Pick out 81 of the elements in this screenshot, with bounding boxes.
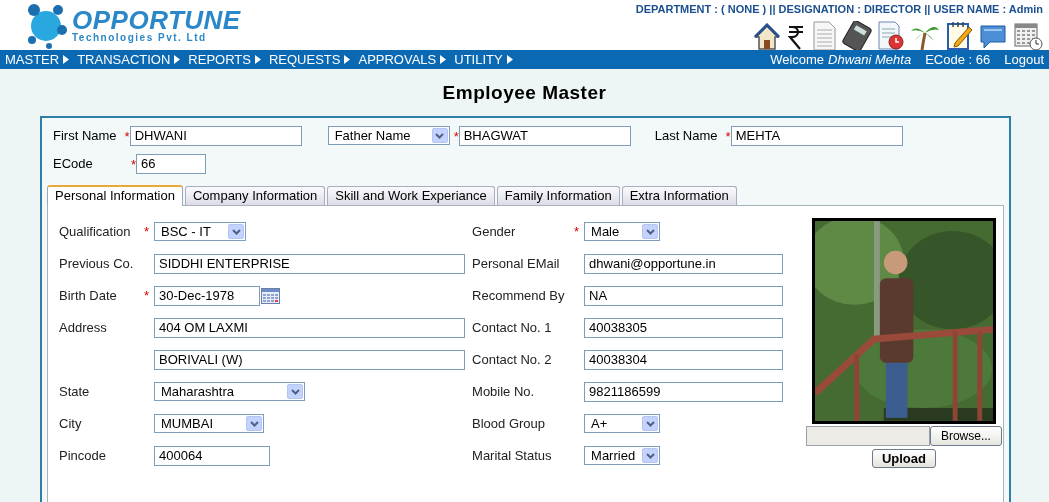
logout-link[interactable]: Logout	[1004, 49, 1044, 69]
field-label: Gender	[472, 222, 516, 241]
input-field[interactable]: BHAGWAT	[458, 125, 631, 146]
tab[interactable]: Skill and Work Experiance	[327, 185, 495, 205]
home-icon[interactable]	[753, 22, 781, 51]
menu-item[interactable]: TRANSACTION	[77, 49, 171, 69]
select-field[interactable]: Married	[584, 446, 661, 465]
user-name: Dhwani Mehta	[828, 50, 912, 69]
required-mark: *	[453, 128, 459, 144]
employee-code: ECode : 66	[925, 50, 991, 69]
input-field[interactable]: dhwani@opportune.in	[584, 253, 784, 274]
select-field[interactable]: Father Name	[327, 126, 450, 145]
input-field[interactable]: 40038304	[584, 349, 784, 370]
upload-button[interactable]: Upload	[871, 448, 936, 468]
notepad-icon[interactable]	[945, 20, 973, 51]
field-label: First Name	[53, 127, 117, 143]
field-label: Blood Group	[472, 414, 546, 433]
required-mark: *	[574, 224, 580, 239]
input-field[interactable]: 30-Dec-1978	[154, 285, 260, 306]
menu-item[interactable]: APPROVALS	[358, 49, 437, 69]
input-field[interactable]: 66	[136, 153, 207, 174]
field-label: Last Name	[654, 127, 718, 143]
required-mark: *	[124, 128, 130, 144]
field-label: Qualification	[59, 222, 131, 241]
welcome-text: Welcome	[770, 50, 825, 69]
required-mark: *	[131, 156, 137, 172]
input-field[interactable]: 40038305	[584, 317, 784, 338]
triangle-icon	[506, 54, 513, 64]
document-icon[interactable]	[811, 20, 837, 51]
clock-document-icon[interactable]	[877, 20, 905, 51]
triangle-icon	[440, 54, 447, 64]
input-field[interactable]: SIDDHI ENTERPRISE	[154, 253, 465, 274]
calendar-icon[interactable]	[261, 287, 280, 304]
tab[interactable]: Extra Information	[621, 185, 737, 205]
field-label: Personal EMail	[472, 254, 560, 273]
field-label: State	[59, 382, 90, 401]
field-label: Contact No. 2	[472, 350, 552, 369]
triangle-icon	[344, 54, 351, 64]
field-label: Recommend By	[472, 286, 565, 305]
select-field[interactable]: A+	[584, 414, 661, 433]
tab[interactable]: Company Information	[184, 185, 326, 205]
triangle-icon	[63, 54, 70, 64]
input-field[interactable]: NA	[584, 285, 784, 306]
page-title: Employee Master	[442, 81, 607, 105]
field-label: Contact No. 1	[472, 318, 552, 337]
input-field[interactable]: 400064	[154, 445, 270, 466]
menu-item[interactable]: UTILITY	[454, 49, 503, 69]
field-label: Pincode	[59, 446, 106, 465]
input-field[interactable]: DHWANI	[129, 125, 302, 146]
user-info: DEPARTMENT : ( NONE ) || DESIGNATION : DIRECTOR || USER NAME : Admin	[635, 2, 1043, 17]
tab[interactable]: Family Information	[496, 185, 620, 205]
field-label: Birth Date	[59, 286, 117, 305]
logo-name: OPPORTUNE	[72, 7, 241, 34]
field-label: Address	[59, 318, 107, 337]
field-label: City	[59, 414, 82, 433]
menu-item[interactable]: MASTER	[5, 49, 60, 69]
required-mark: *	[725, 128, 731, 144]
field-label: Previous Co.	[59, 254, 134, 273]
select-field[interactable]: Male	[584, 222, 661, 241]
calendar-clock-icon[interactable]	[1013, 20, 1043, 51]
logo-subtitle: Technologies Pvt. Ltd	[72, 33, 208, 44]
field-label: Mobile No.	[472, 382, 535, 401]
input-field[interactable]: MEHTA	[730, 125, 903, 146]
menu-item[interactable]: REQUESTS	[268, 49, 341, 69]
required-mark: *	[144, 224, 150, 239]
input-field[interactable]: BORIVALI (W)	[154, 349, 465, 370]
chat-bubble-icon[interactable]	[978, 22, 1008, 51]
input-field[interactable]: 9821186599	[584, 381, 784, 402]
file-path-field[interactable]	[805, 425, 930, 446]
field-label: ECode	[53, 155, 93, 171]
menu-item[interactable]: REPORTS	[188, 49, 251, 69]
triangle-icon	[254, 54, 261, 64]
select-field[interactable]: BSC - IT	[154, 222, 246, 241]
triangle-icon	[174, 54, 181, 64]
required-mark: *	[144, 288, 150, 303]
field-label: Marital Status	[472, 446, 552, 465]
select-field[interactable]: Maharashtra	[154, 382, 305, 401]
tab[interactable]: Personal Information	[47, 184, 183, 206]
input-field[interactable]: 404 OM LAXMI	[154, 317, 465, 338]
browse-button[interactable]: Browse...	[929, 425, 1002, 446]
select-field[interactable]: MUMBAI	[154, 414, 264, 433]
